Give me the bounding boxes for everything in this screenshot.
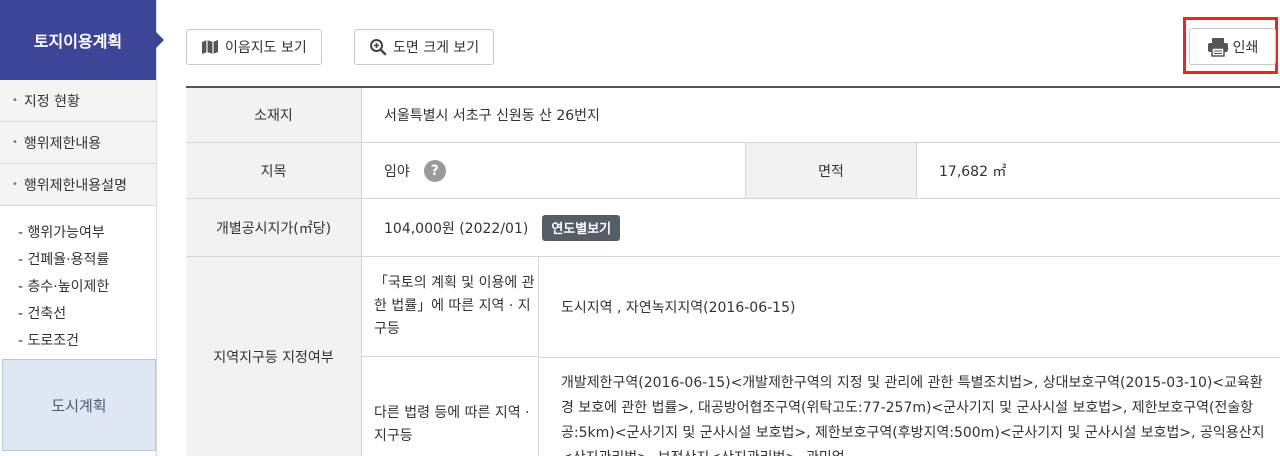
area-value: 17,682 ㎡ <box>939 163 1007 180</box>
price-header: 개별공시지가(㎡당) <box>186 199 362 256</box>
sidebar-title-label: 토지이용계획 <box>33 32 123 51</box>
sidebar-item-designation[interactable]: • 지정 현황 <box>0 80 156 122</box>
sidebar-sub-item-road-condition[interactable]: - 도로조건 <box>18 326 156 353</box>
location-value: 서울특별시 서초구 신원동 산 26번지 <box>384 108 600 124</box>
table-row: 소재지 서울특별시 서초구 신원동 산 26번지 <box>186 88 1280 143</box>
category-header: 지목 <box>186 143 362 198</box>
sidebar-sub-item-height-limit[interactable]: - 층수·높이제한 <box>18 272 156 299</box>
price-value: 104,000원 (2022/01) <box>384 220 529 237</box>
bullet-icon: • <box>12 95 18 106</box>
zoom-in-icon <box>370 39 387 56</box>
sidebar-sub-item-building-line[interactable]: - 건축선 <box>18 299 156 326</box>
category-cell: 임야 ? <box>362 143 446 198</box>
sidebar: 토지이용계획 • 지정 현황 • 행위제한내용 • 행위제한내용설명 - 행위가… <box>0 0 164 456</box>
print-button[interactable]: 인쇄 <box>1189 28 1276 65</box>
view-map-label: 이음지도 보기 <box>225 40 307 56</box>
sidebar-item-restriction-details[interactable]: • 행위제한내용설명 <box>0 164 156 206</box>
sidebar-sub-item-allowed[interactable]: - 행위가능여부 <box>18 218 156 245</box>
sidebar-submenu: - 행위가능여부 - 건폐율·용적률 - 층수·높이제한 - 건축선 - 도로조… <box>0 206 156 359</box>
zone-header: 지역지구등 지정여부 <box>186 257 362 456</box>
view-map-button[interactable]: 이음지도 보기 <box>186 29 322 65</box>
printer-icon <box>1207 37 1228 57</box>
sidebar-title[interactable]: 토지이용계획 <box>0 0 164 80</box>
bullet-icon: • <box>12 179 18 190</box>
location-header: 소재지 <box>186 88 362 142</box>
map-icon <box>202 40 218 54</box>
price-cell: 104,000원 (2022/01) 연도별보기 <box>362 199 621 256</box>
zoom-drawing-label: 도면 크게 보기 <box>393 40 480 56</box>
divider <box>539 357 1280 358</box>
zoom-drawing-button[interactable]: 도면 크게 보기 <box>354 29 495 65</box>
category-value: 임야 <box>384 163 410 180</box>
table-row: 지역지구등 지정여부 「국토의 계획 및 이용에 관한 법률」에 따른 지역 ·… <box>186 257 1280 456</box>
zone-law2-header: 다른 법령 등에 따른 지역 · 지구등 <box>362 358 539 456</box>
zone-law1-value: 도시지역 , 자연녹지지역(2016-06-15) <box>561 300 796 316</box>
land-info-table: 소재지 서울특별시 서초구 신원동 산 26번지 지목 임야 ? 면적 17,6… <box>186 86 1280 456</box>
zone-law2-value: 개발제한구역(2016-06-15)<개발제한구역의 지정 및 관리에 관한 특… <box>561 375 1265 456</box>
zone-law1-header: 「국토의 계획 및 이용에 관한 법률」에 따른 지역 · 지구등 <box>362 257 539 357</box>
sidebar-city-plan[interactable]: 도시계획 <box>2 359 156 451</box>
table-row: 개별공시지가(㎡당) 104,000원 (2022/01) 연도별보기 <box>186 199 1280 257</box>
table-row: 지목 임야 ? 면적 17,682 ㎡ <box>186 143 1280 199</box>
sidebar-item-label: 지정 현황 <box>23 93 80 110</box>
yearly-view-button[interactable]: 연도별보기 <box>542 214 621 241</box>
print-label: 인쇄 <box>1232 39 1259 56</box>
sidebar-sub-item-coverage-ratio[interactable]: - 건폐율·용적률 <box>18 245 156 272</box>
area-header: 면적 <box>745 143 917 198</box>
bullet-icon: • <box>12 137 18 148</box>
sidebar-item-label: 행위제한내용설명 <box>23 177 127 194</box>
sidebar-item-label: 행위제한내용 <box>23 135 102 152</box>
help-icon[interactable]: ? <box>423 159 446 182</box>
sidebar-menu: • 지정 현황 • 행위제한내용 • 행위제한내용설명 <box>0 80 156 206</box>
active-arrow-icon <box>156 32 164 48</box>
sidebar-item-restrictions[interactable]: • 행위제한내용 <box>0 122 156 164</box>
